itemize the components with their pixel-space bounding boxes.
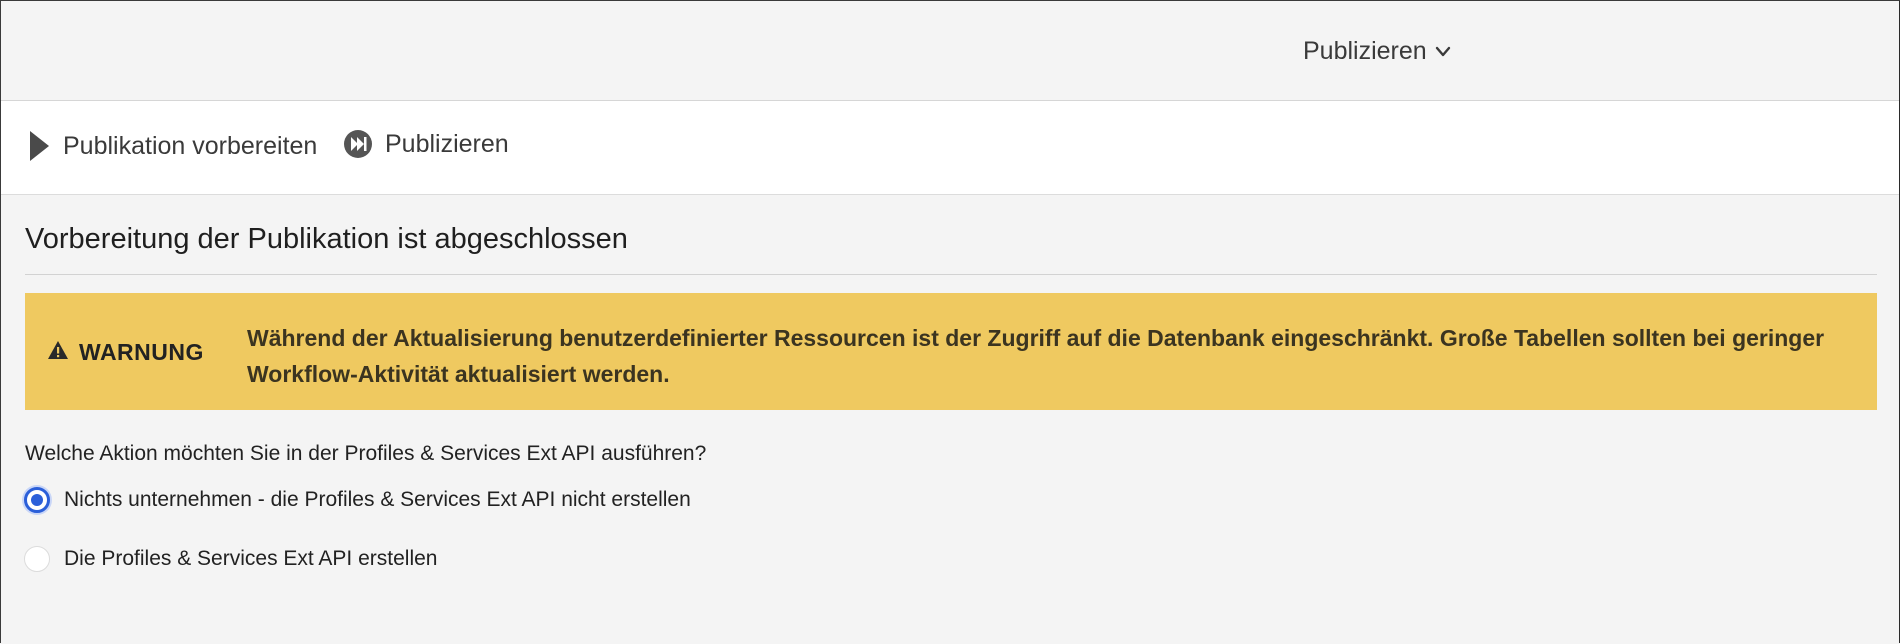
publish-button[interactable]: Publizieren: [343, 129, 509, 159]
radio-button-unselected[interactable]: [24, 546, 50, 572]
radio-option-label: Nichts unternehmen - die Profiles & Serv…: [64, 488, 691, 511]
divider: [25, 274, 1877, 275]
action-question: Welche Aktion möchten Sie in der Profile…: [25, 442, 707, 465]
warning-label-group: WARNUNG: [47, 339, 204, 366]
radio-option-label: Die Profiles & Services Ext API erstelle…: [64, 547, 438, 570]
radio-button-selected[interactable]: [24, 487, 50, 513]
play-icon: [27, 129, 51, 163]
step-bar: Publikation vorbereiten Publizieren: [1, 101, 1899, 195]
radio-option-create-api[interactable]: Die Profiles & Services Ext API erstelle…: [24, 546, 437, 572]
warning-banner: WARNUNG Während der Aktualisierung benut…: [25, 293, 1877, 410]
app-window: Publizieren Publikation vorbereiten Publ…: [0, 0, 1900, 643]
prepare-publication-button[interactable]: Publikation vorbereiten: [27, 129, 317, 163]
warning-text: Während der Aktualisierung benutzerdefin…: [247, 320, 1837, 392]
prepare-publication-label: Publikation vorbereiten: [63, 131, 318, 160]
warning-label: WARNUNG: [79, 339, 204, 365]
warning-text-line-2: Workflow-Aktivität aktualisiert werden.: [247, 361, 670, 387]
warning-triangle-icon: [47, 339, 69, 366]
publish-menu-label: Publizieren: [1303, 37, 1427, 65]
top-bar: Publizieren: [1, 1, 1899, 101]
publish-label: Publizieren: [385, 129, 509, 158]
section-title: Vorbereitung der Publikation ist abgesch…: [25, 223, 628, 255]
chevron-down-icon: [1435, 46, 1451, 58]
fast-forward-circle-icon: [343, 129, 373, 159]
warning-text-line-1: Während der Aktualisierung benutzerdefin…: [247, 325, 1825, 351]
radio-option-do-nothing[interactable]: Nichts unternehmen - die Profiles & Serv…: [24, 487, 691, 513]
publish-menu-button[interactable]: Publizieren: [1303, 37, 1451, 66]
